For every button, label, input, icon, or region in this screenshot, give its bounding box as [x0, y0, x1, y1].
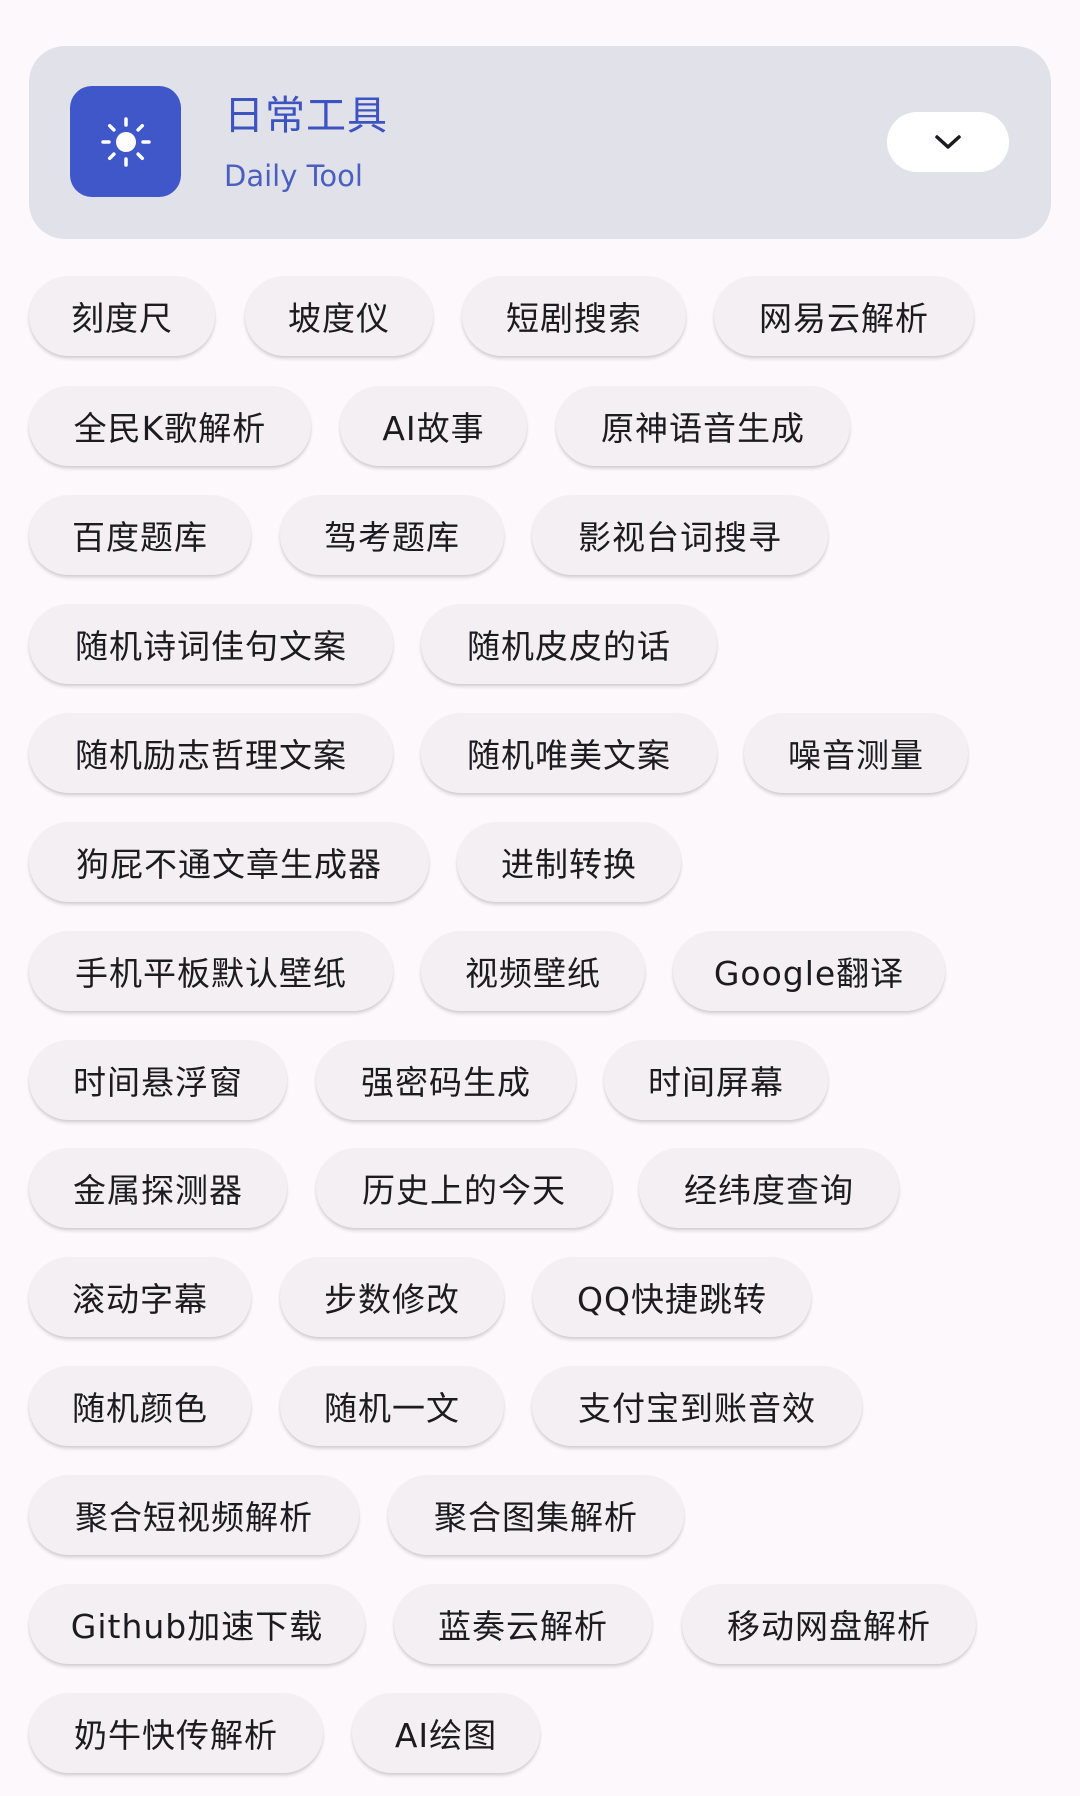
- tool-chip[interactable]: 坡度仪: [245, 276, 433, 356]
- tool-chip[interactable]: 狗屁不通文章生成器: [29, 822, 429, 902]
- tool-chip[interactable]: 手机平板默认壁纸: [29, 931, 393, 1011]
- tool-chip[interactable]: 强密码生成: [316, 1040, 576, 1120]
- tool-chip[interactable]: 聚合图集解析: [388, 1475, 684, 1555]
- tool-chip[interactable]: 短剧搜索: [462, 276, 686, 356]
- tool-chip[interactable]: 经纬度查询: [639, 1148, 899, 1228]
- tool-chip[interactable]: 全民K歌解析: [29, 386, 311, 466]
- tool-chip[interactable]: 奶牛快传解析: [29, 1693, 323, 1773]
- tool-chip[interactable]: Github加速下载: [29, 1584, 365, 1664]
- tool-chip[interactable]: 蓝奏云解析: [394, 1584, 652, 1664]
- tool-chip[interactable]: AI绘图: [352, 1693, 540, 1773]
- tool-chip[interactable]: 随机颜色: [29, 1366, 251, 1446]
- tool-chip[interactable]: 历史上的今天: [316, 1148, 612, 1228]
- tool-chip[interactable]: 时间屏幕: [604, 1040, 828, 1120]
- tool-chip[interactable]: 随机唯美文案: [421, 713, 717, 793]
- tool-chip[interactable]: 驾考题库: [280, 495, 504, 575]
- tool-chip[interactable]: 刻度尺: [29, 276, 215, 356]
- tool-chip[interactable]: 步数修改: [280, 1257, 504, 1337]
- tool-chip[interactable]: QQ快捷跳转: [533, 1257, 811, 1337]
- tool-chip[interactable]: 随机一文: [280, 1366, 504, 1446]
- tool-chip[interactable]: 原神语音生成: [556, 386, 850, 466]
- tool-chip[interactable]: 视频壁纸: [421, 931, 645, 1011]
- tool-chip[interactable]: 网易云解析: [714, 276, 974, 356]
- tool-chip[interactable]: 随机皮皮的话: [421, 604, 717, 684]
- tool-chip[interactable]: 随机诗词佳句文案: [29, 604, 393, 684]
- tool-chip[interactable]: 金属探测器: [29, 1148, 287, 1228]
- tool-chip[interactable]: 支付宝到账音效: [532, 1366, 862, 1446]
- tool-chip[interactable]: 进制转换: [457, 822, 681, 902]
- tool-chip[interactable]: 噪音测量: [744, 713, 968, 793]
- tool-chip-list: 刻度尺 坡度仪 短剧搜索 网易云解析 全民K歌解析 AI故事 原神语音生成 百度…: [0, 0, 1080, 1796]
- tool-chip[interactable]: 影视台词搜寻: [532, 495, 828, 575]
- tool-chip[interactable]: 时间悬浮窗: [29, 1040, 287, 1120]
- tool-chip[interactable]: 百度题库: [29, 495, 251, 575]
- tool-chip[interactable]: 聚合短视频解析: [29, 1475, 359, 1555]
- tool-chip[interactable]: AI故事: [340, 386, 527, 466]
- tool-chip[interactable]: 随机励志哲理文案: [29, 713, 393, 793]
- tool-chip[interactable]: 移动网盘解析: [682, 1584, 976, 1664]
- tool-chip[interactable]: Google翻译: [673, 931, 945, 1011]
- tool-chip[interactable]: 滚动字幕: [29, 1257, 251, 1337]
